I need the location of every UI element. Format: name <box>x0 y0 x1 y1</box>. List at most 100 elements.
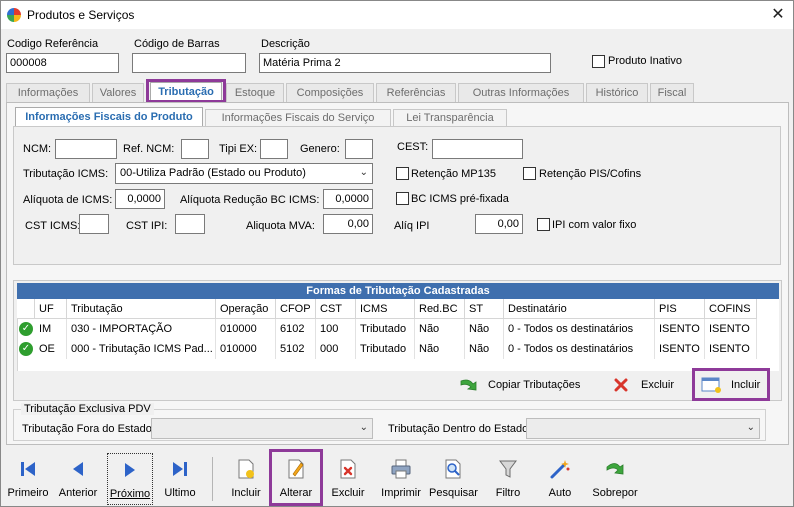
grid-col-cofins[interactable]: COFINS <box>705 299 757 319</box>
cst-icms-input[interactable] <box>79 214 109 234</box>
tab-referencias[interactable]: Referências <box>376 83 456 103</box>
grid-col-cfop[interactable]: CFOP <box>276 299 316 319</box>
grid-cell: 030 - IMPORTAÇÃO <box>67 319 216 339</box>
grid-cell: ISENTO <box>705 319 757 339</box>
chevron-down-icon: ⌄ <box>746 422 755 433</box>
descricao-label: Descrição <box>261 38 310 50</box>
tab-outras-informacoes[interactable]: Outras Informações <box>458 83 584 103</box>
sobrepor-button[interactable]: Sobrepor <box>589 453 641 505</box>
descricao-input[interactable]: Matéria Prima 2 <box>259 53 551 73</box>
tab-informacoes[interactable]: Informações <box>6 83 90 103</box>
imprimir-button[interactable]: Imprimir <box>377 453 425 505</box>
alterar-highlight <box>269 449 323 506</box>
check-circle-icon: ✓ <box>19 342 33 356</box>
ultimo-button[interactable]: Ultimo <box>157 453 203 505</box>
copiar-tributacoes-label: Copiar Tributações <box>488 379 581 391</box>
grid-cell: Não <box>465 319 504 339</box>
retencao-pis-label: Retenção PIS/Cofins <box>539 168 642 180</box>
genero-input[interactable] <box>345 139 373 159</box>
grid-cell: Não <box>415 319 465 339</box>
auto-button[interactable]: Auto <box>537 453 583 505</box>
grid-col-destinatario[interactable]: Destinatário <box>504 299 655 319</box>
grid-col-uf[interactable]: UF <box>35 299 67 319</box>
aliq-red-label: Alíquota Redução BC ICMS: <box>180 194 320 206</box>
tab-fiscal[interactable]: Fiscal <box>650 83 694 103</box>
delete-x-icon <box>614 378 628 392</box>
ncm-label: NCM: <box>23 143 52 155</box>
title-bar: Produtos e Serviços ✕ <box>1 1 793 29</box>
anterior-button[interactable]: Anterior <box>55 453 101 505</box>
excluir-button[interactable]: Excluir <box>325 453 371 505</box>
barras-label: Código de Barras <box>134 38 220 50</box>
grid-cell: Não <box>465 339 504 359</box>
produto-inativo-checkbox[interactable] <box>592 55 605 68</box>
cst-ipi-input[interactable] <box>175 214 205 234</box>
primeiro-label: Primeiro <box>7 487 49 499</box>
grid-col-redbc[interactable]: Red.BC <box>415 299 465 319</box>
aliq-mva-input[interactable]: 0,00 <box>323 214 373 234</box>
tab-historico[interactable]: Histórico <box>586 83 648 103</box>
tab-tributacao-highlight <box>146 79 226 103</box>
aliq-red-input[interactable]: 0,0000 <box>323 189 373 209</box>
refncm-input[interactable] <box>181 139 209 159</box>
trib-icms-label: Tributação ICMS: <box>23 168 109 180</box>
check-circle-icon: ✓ <box>19 322 33 336</box>
incluir-label: Incluir <box>231 487 261 499</box>
grid-cell: Tributado <box>356 319 415 339</box>
grid-title: Formas de Tributação Cadastradas <box>17 283 779 299</box>
copiar-tributacoes-button[interactable]: Copiar Tributações <box>456 375 586 395</box>
trib-icms-select[interactable]: 00-Utiliza Padrão (Estado ou Produto) ⌄ <box>115 163 373 184</box>
tab-composicoes[interactable]: Composições <box>286 83 374 103</box>
filter-funnel-icon <box>499 460 517 478</box>
window-title: Produtos e Serviços <box>27 8 135 22</box>
subtab-lei-transparencia[interactable]: Lei Transparência <box>393 109 507 127</box>
aliq-ipi-label: Alíq IPI <box>394 220 430 232</box>
subtab-fiscal-servico[interactable]: Informações Fiscais do Serviço <box>205 109 391 127</box>
cest-input[interactable] <box>432 139 523 159</box>
trib-icms-value: 00-Utiliza Padrão (Estado ou Produto) <box>120 167 306 179</box>
tipiex-input[interactable] <box>260 139 288 159</box>
grid-col-cst[interactable]: CST <box>316 299 356 319</box>
retencao-pis-checkbox[interactable] <box>523 167 536 180</box>
tab-estoque[interactable]: Estoque <box>226 83 284 103</box>
anterior-label: Anterior <box>58 487 98 499</box>
tipiex-label: Tipi EX: <box>219 143 258 155</box>
auto-label: Auto <box>548 487 572 499</box>
retencao-mp135-checkbox[interactable] <box>396 167 409 180</box>
proximo-button[interactable]: Próximo <box>107 453 153 505</box>
subtab-fiscal-produto[interactable]: Informações Fiscais do Produto <box>15 107 203 127</box>
excluir-tributacao-button[interactable]: Excluir <box>611 375 681 395</box>
pdv-group-title: Tributação Exclusiva PDV <box>21 403 154 415</box>
filtro-label: Filtro <box>495 487 521 499</box>
aliq-icms-input[interactable]: 0,0000 <box>115 189 165 209</box>
grid-cell: 000 - Tributação ICMS Pad... <box>67 339 216 359</box>
window: Produtos e Serviços ✕ Codigo Referência … <box>0 0 794 507</box>
bc-icms-prefixada-checkbox[interactable] <box>396 192 409 205</box>
grid-col-tributacao[interactable]: Tributação <box>67 299 216 319</box>
grid-cell: Não <box>415 339 465 359</box>
grid-col-operacao[interactable]: Operação <box>216 299 276 319</box>
incluir-button[interactable]: Incluir <box>223 453 269 505</box>
grid-col-status <box>17 299 35 319</box>
grid-col-st[interactable]: ST <box>465 299 504 319</box>
tab-valores[interactable]: Valores <box>92 83 144 103</box>
trib-dentro-select[interactable]: ⌄ <box>526 418 760 439</box>
previous-record-icon <box>73 462 83 476</box>
grid-col-pis[interactable]: PIS <box>655 299 705 319</box>
toolbar-divider <box>212 457 213 501</box>
produto-inativo-label: Produto Inativo <box>608 55 682 67</box>
excluir-tributacao-label: Excluir <box>641 379 675 391</box>
trib-fora-select[interactable]: ⌄ <box>151 418 373 439</box>
ncm-input[interactable] <box>55 139 117 159</box>
codigo-label: Codigo Referência <box>7 38 99 50</box>
pesquisar-label: Pesquisar <box>429 487 478 499</box>
pesquisar-button[interactable]: Pesquisar <box>429 453 478 505</box>
codigo-input[interactable]: 000008 <box>6 53 119 73</box>
barras-input[interactable] <box>132 53 246 73</box>
grid-col-icms[interactable]: ICMS <box>356 299 415 319</box>
aliq-ipi-input[interactable]: 0,00 <box>475 214 523 234</box>
ipi-valor-fixo-checkbox[interactable] <box>537 218 550 231</box>
filtro-button[interactable]: Filtro <box>485 453 531 505</box>
primeiro-button[interactable]: Primeiro <box>5 453 51 505</box>
close-icon[interactable]: ✕ <box>767 4 789 26</box>
